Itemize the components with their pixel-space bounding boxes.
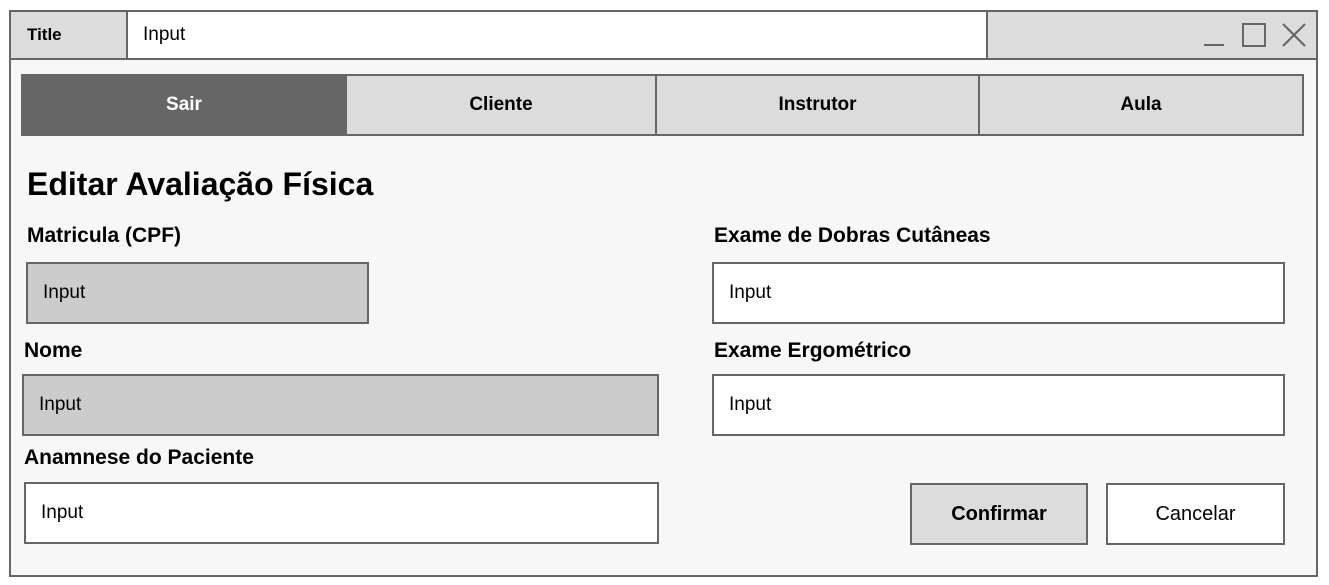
title-input-field[interactable]: Input xyxy=(128,12,986,58)
matricula-field[interactable]: Input xyxy=(26,262,369,324)
dobras-field[interactable]: Input xyxy=(712,262,1285,324)
anamnese-label: Anamnese do Paciente xyxy=(24,446,254,469)
cancel-button[interactable]: Cancelar xyxy=(1106,483,1285,545)
ergometrico-field[interactable]: Input xyxy=(712,374,1285,436)
maximize-icon[interactable] xyxy=(1241,22,1267,48)
tab-sair[interactable]: Sair xyxy=(23,76,347,134)
window-title: Title xyxy=(11,12,128,58)
confirm-button[interactable]: Confirmar xyxy=(910,483,1088,545)
app-window: Title Input Sair Cliente Instrutor Aula … xyxy=(9,10,1318,577)
tab-cliente[interactable]: Cliente xyxy=(347,76,657,134)
window-controls xyxy=(986,12,1316,58)
matricula-label: Matricula (CPF) xyxy=(27,224,182,247)
close-icon[interactable] xyxy=(1281,22,1307,48)
minimize-icon[interactable] xyxy=(1202,22,1228,48)
title-bar: Title Input xyxy=(11,12,1316,60)
page-title: Editar Avaliação Física xyxy=(27,166,374,202)
anamnese-field[interactable]: Input xyxy=(24,482,659,544)
dobras-label: Exame de Dobras Cutâneas xyxy=(714,224,991,247)
tab-instrutor[interactable]: Instrutor xyxy=(657,76,980,134)
tab-aula[interactable]: Aula xyxy=(980,76,1302,134)
nome-label: Nome xyxy=(24,339,83,362)
nav-tabs: Sair Cliente Instrutor Aula xyxy=(21,74,1304,136)
nome-field[interactable]: Input xyxy=(22,374,659,436)
ergometrico-label: Exame Ergométrico xyxy=(714,339,912,362)
